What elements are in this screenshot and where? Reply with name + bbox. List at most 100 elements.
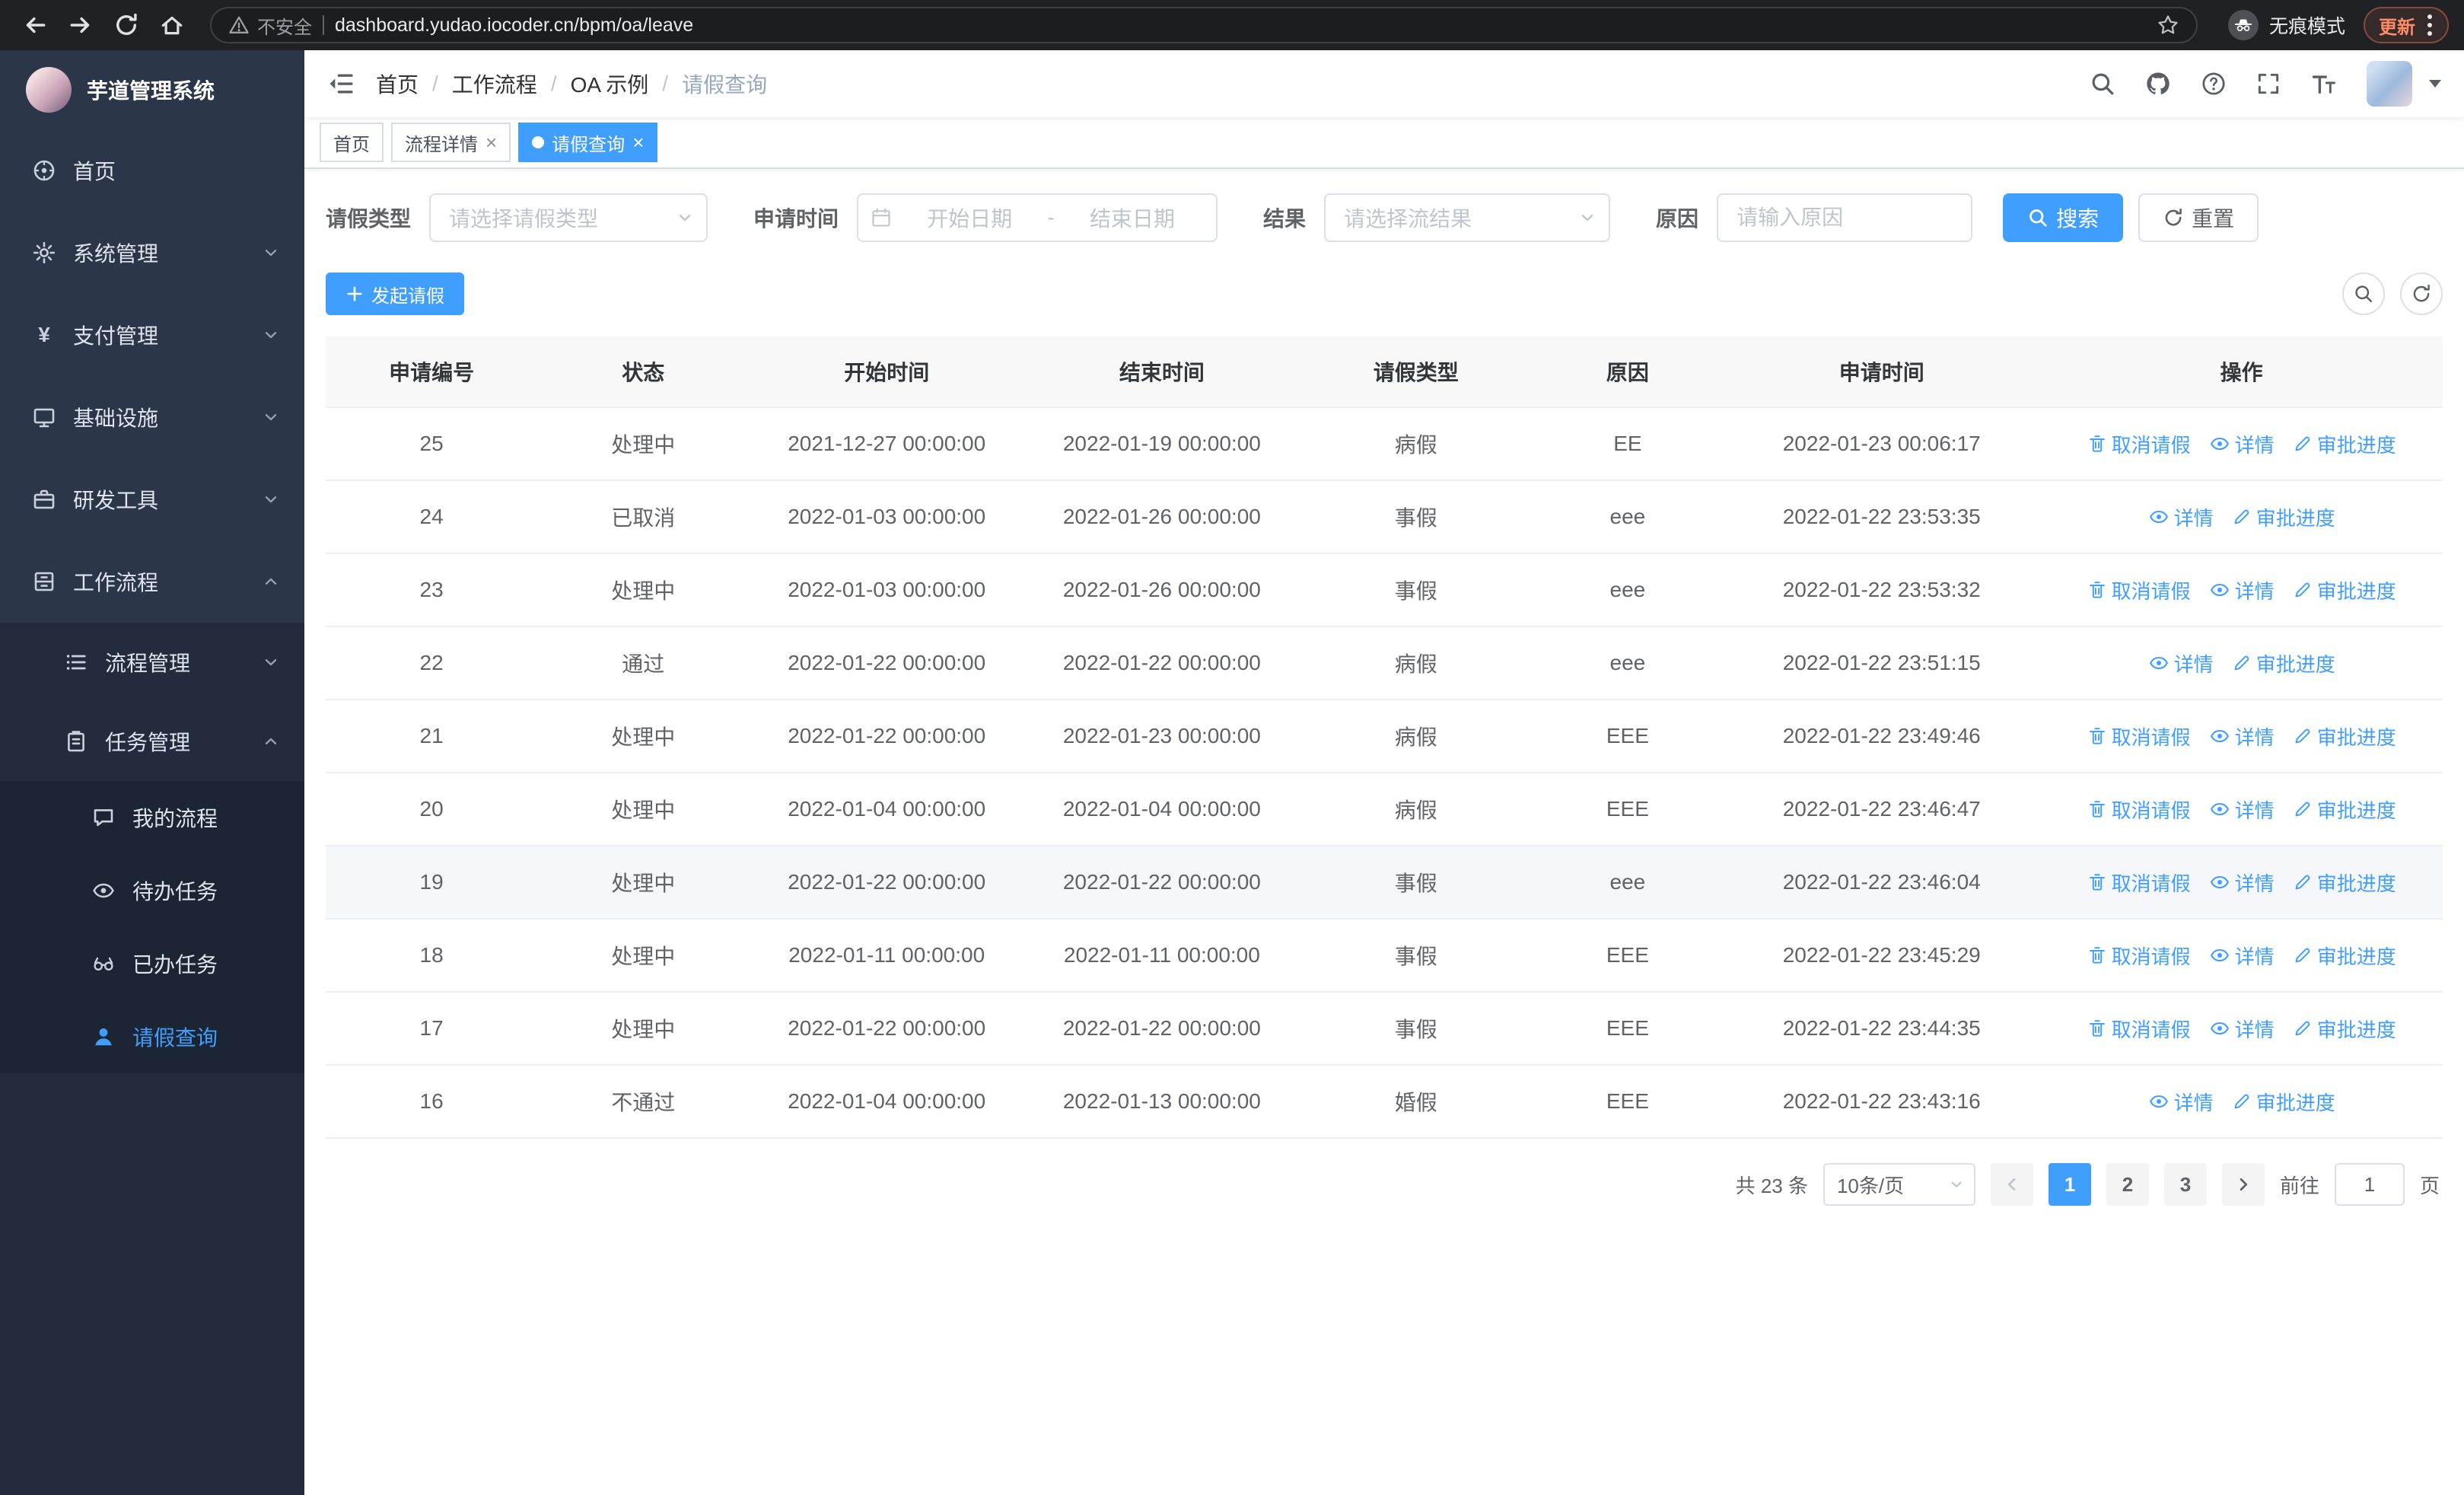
prev-page-button[interactable] — [1990, 1163, 2033, 1206]
detail-link[interactable]: 详情 — [2148, 649, 2214, 677]
goto-page-input[interactable] — [2334, 1163, 2405, 1206]
cancel-leave-link[interactable]: 取消请假 — [2087, 722, 2191, 751]
cell-operations: 详情 审批进度 — [2040, 626, 2443, 700]
approval-progress-link[interactable]: 审批进度 — [2293, 576, 2396, 604]
cancel-leave-link[interactable]: 取消请假 — [2087, 1015, 2191, 1043]
detail-link[interactable]: 详情 — [2209, 576, 2275, 604]
detail-link[interactable]: 详情 — [2209, 869, 2275, 897]
sidebar-item-payment-mgmt[interactable]: ¥ 支付管理 — [0, 294, 304, 376]
cell-apply-time: 2022-01-22 23:49:46 — [1723, 700, 2041, 773]
cell-apply-time: 2022-01-22 23:45:29 — [1723, 919, 2041, 993]
detail-link[interactable]: 详情 — [2209, 430, 2275, 458]
approval-progress-link[interactable]: 审批进度 — [2232, 503, 2335, 531]
approval-progress-link[interactable]: 审批进度 — [2293, 869, 2396, 897]
detail-link[interactable]: 详情 — [2209, 722, 2275, 751]
sidebar-item-my-process[interactable]: 我的流程 — [0, 781, 304, 854]
toggle-search-button[interactable] — [2342, 273, 2385, 315]
cell-apply-time: 2022-01-23 00:06:17 — [1723, 407, 2041, 481]
date-separator: - — [1047, 206, 1055, 229]
cell-apply-time: 2022-01-22 23:44:35 — [1723, 992, 2041, 1066]
tags-view: 首页 流程详情 × 请假查询 × — [304, 117, 2464, 169]
sidebar-item-dev-tools[interactable]: 研发工具 — [0, 458, 304, 540]
breadcrumb-item-oa[interactable]: OA 示例 — [571, 69, 649, 99]
close-tab-icon[interactable]: × — [632, 132, 644, 152]
detail-link[interactable]: 详情 — [2148, 503, 2214, 531]
close-tab-icon[interactable]: × — [485, 132, 497, 152]
detail-link[interactable]: 详情 — [2209, 1015, 2275, 1043]
reason-input[interactable] — [1718, 195, 1972, 241]
home-button[interactable] — [152, 5, 192, 45]
back-button[interactable] — [15, 5, 55, 45]
leave-table: 申请编号 状态 开始时间 结束时间 请假类型 原因 申请时间 操作 25 处理中… — [326, 336, 2443, 1139]
search-button[interactable]: 搜索 — [2003, 193, 2124, 242]
sidebar-item-infrastructure[interactable]: 基础设施 — [0, 376, 304, 458]
detail-link[interactable]: 详情 — [2209, 942, 2275, 970]
font-size-icon — [2312, 75, 2335, 94]
user-avatar[interactable] — [2367, 61, 2412, 107]
page-button-1[interactable]: 1 — [2048, 1163, 2091, 1206]
cell-start-time: 2022-01-22 00:00:00 — [749, 700, 1025, 773]
page-button-3[interactable]: 3 — [2163, 1163, 2207, 1206]
next-page-button[interactable] — [2221, 1163, 2265, 1206]
help-button[interactable] — [2201, 71, 2227, 97]
cell-start-time: 2022-01-03 00:00:00 — [749, 553, 1025, 627]
cell-id: 25 — [326, 407, 538, 481]
pen-icon — [2295, 582, 2310, 598]
search-button[interactable] — [2090, 71, 2115, 97]
cell-reason: eee — [1532, 626, 1724, 700]
reload-button[interactable] — [107, 5, 146, 45]
font-size-button[interactable] — [2310, 70, 2338, 97]
sidebar-item-system-mgmt[interactable]: 系统管理 — [0, 212, 304, 294]
incognito-badge: 无痕模式 — [2227, 10, 2345, 40]
sidebar-item-done-tasks[interactable]: 已办任务 — [0, 927, 304, 1000]
sidebar-item-task-mgmt[interactable]: 任务管理 — [0, 702, 304, 781]
approval-progress-link[interactable]: 审批进度 — [2293, 795, 2396, 824]
breadcrumb-item-workflow[interactable]: 工作流程 — [452, 69, 537, 99]
date-range-picker[interactable]: 开始日期 - 结束日期 — [857, 193, 1218, 242]
create-leave-button[interactable]: 发起请假 — [326, 273, 464, 315]
tab-home[interactable]: 首页 — [320, 123, 384, 162]
cancel-leave-link[interactable]: 取消请假 — [2087, 430, 2191, 458]
chevron-down-icon — [1578, 209, 1597, 227]
approval-progress-link[interactable]: 审批进度 — [2232, 649, 2335, 677]
tab-leave-query[interactable]: 请假查询 × — [518, 123, 658, 162]
goto-label: 前往 — [2279, 1174, 2319, 1197]
kebab-menu-icon[interactable] — [2426, 11, 2434, 39]
detail-link[interactable]: 详情 — [2148, 1088, 2214, 1116]
cancel-leave-link[interactable]: 取消请假 — [2087, 869, 2191, 897]
page-button-2[interactable]: 2 — [2106, 1163, 2149, 1206]
fullscreen-button[interactable] — [2255, 71, 2281, 97]
cancel-leave-link[interactable]: 取消请假 — [2087, 795, 2191, 824]
page-size-select[interactable]: 10条/页 — [1823, 1163, 1975, 1206]
result-select[interactable]: 请选择流结果 — [1324, 193, 1611, 242]
cell-leave-type: 婚假 — [1299, 1065, 1533, 1139]
sidebar-item-todo-tasks[interactable]: 待办任务 — [0, 854, 304, 927]
approval-progress-link[interactable]: 审批进度 — [2293, 430, 2396, 458]
apply-time-label: 申请时间 — [753, 207, 839, 231]
cancel-leave-link[interactable]: 取消请假 — [2087, 576, 2191, 604]
sidebar-item-home[interactable]: 首页 — [0, 129, 304, 212]
reset-button[interactable]: 重置 — [2138, 193, 2259, 242]
sidebar-fold-button[interactable] — [327, 70, 355, 97]
approval-progress-link[interactable]: 审批进度 — [2232, 1088, 2335, 1116]
breadcrumb-item-home[interactable]: 首页 — [376, 69, 419, 99]
cell-end-time: 2022-01-11 00:00:00 — [1024, 919, 1300, 993]
approval-progress-link[interactable]: 审批进度 — [2293, 722, 2396, 751]
refresh-table-button[interactable] — [2400, 273, 2443, 315]
security-status[interactable]: 不安全 — [228, 12, 312, 39]
column-header-status: 状态 — [537, 336, 750, 408]
cancel-leave-link[interactable]: 取消请假 — [2087, 942, 2191, 970]
forward-button[interactable] — [61, 5, 100, 45]
approval-progress-link[interactable]: 审批进度 — [2293, 1015, 2396, 1043]
github-button[interactable] — [2144, 70, 2172, 97]
detail-link[interactable]: 详情 — [2209, 795, 2275, 824]
leave-type-select[interactable]: 请选择请假类型 — [429, 193, 708, 242]
tab-process-detail[interactable]: 流程详情 × — [391, 123, 511, 162]
address-bar[interactable]: 不安全 dashboard.yudao.iocoder.cn/bpm/oa/le… — [210, 7, 2198, 43]
sidebar-item-workflow[interactable]: 工作流程 — [0, 540, 304, 623]
sidebar-item-process-mgmt[interactable]: 流程管理 — [0, 623, 304, 702]
sidebar-item-leave-query[interactable]: 请假查询 — [0, 1000, 304, 1073]
browser-update-menu[interactable]: 更新 — [2364, 7, 2449, 43]
bookmark-star-icon[interactable] — [2157, 14, 2179, 37]
approval-progress-link[interactable]: 审批进度 — [2293, 942, 2396, 970]
